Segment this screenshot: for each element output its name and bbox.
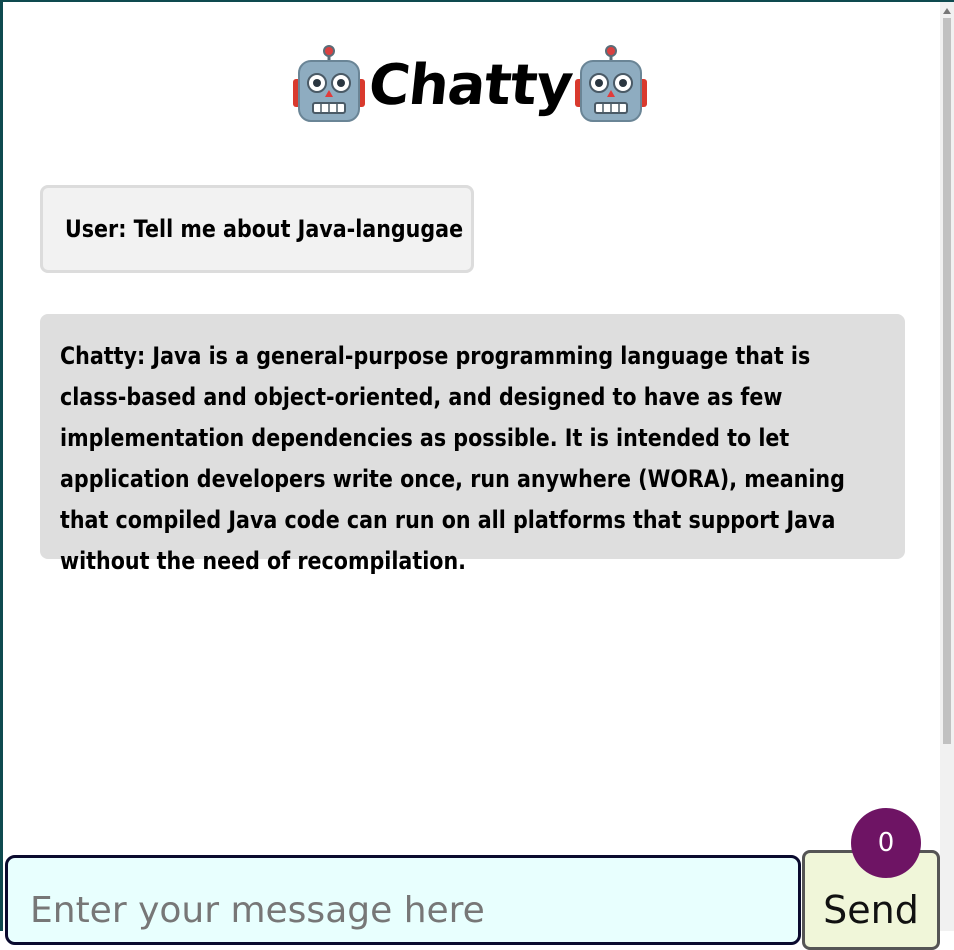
- robot-icon: [575, 45, 648, 122]
- message-count-badge: 0: [851, 808, 921, 878]
- app-title: Chatty: [365, 52, 575, 118]
- app-header: Chatty: [0, 40, 940, 130]
- user-message-text: User: Tell me about Java-langugae: [65, 215, 464, 243]
- bot-message-text: Chatty: Java is a general-purpose progra…: [60, 342, 845, 575]
- bot-message-bubble: Chatty: Java is a general-purpose progra…: [40, 314, 905, 575]
- window-left-border: [0, 0, 3, 931]
- robot-icon: [292, 45, 365, 122]
- message-input[interactable]: [5, 855, 801, 945]
- window-top-border: [0, 0, 954, 2]
- scrollbar[interactable]: [940, 2, 954, 931]
- scroll-up-arrow-icon[interactable]: [940, 4, 954, 18]
- user-message-bubble: User: Tell me about Java-langugae: [40, 185, 474, 273]
- scrollbar-thumb[interactable]: [943, 18, 951, 744]
